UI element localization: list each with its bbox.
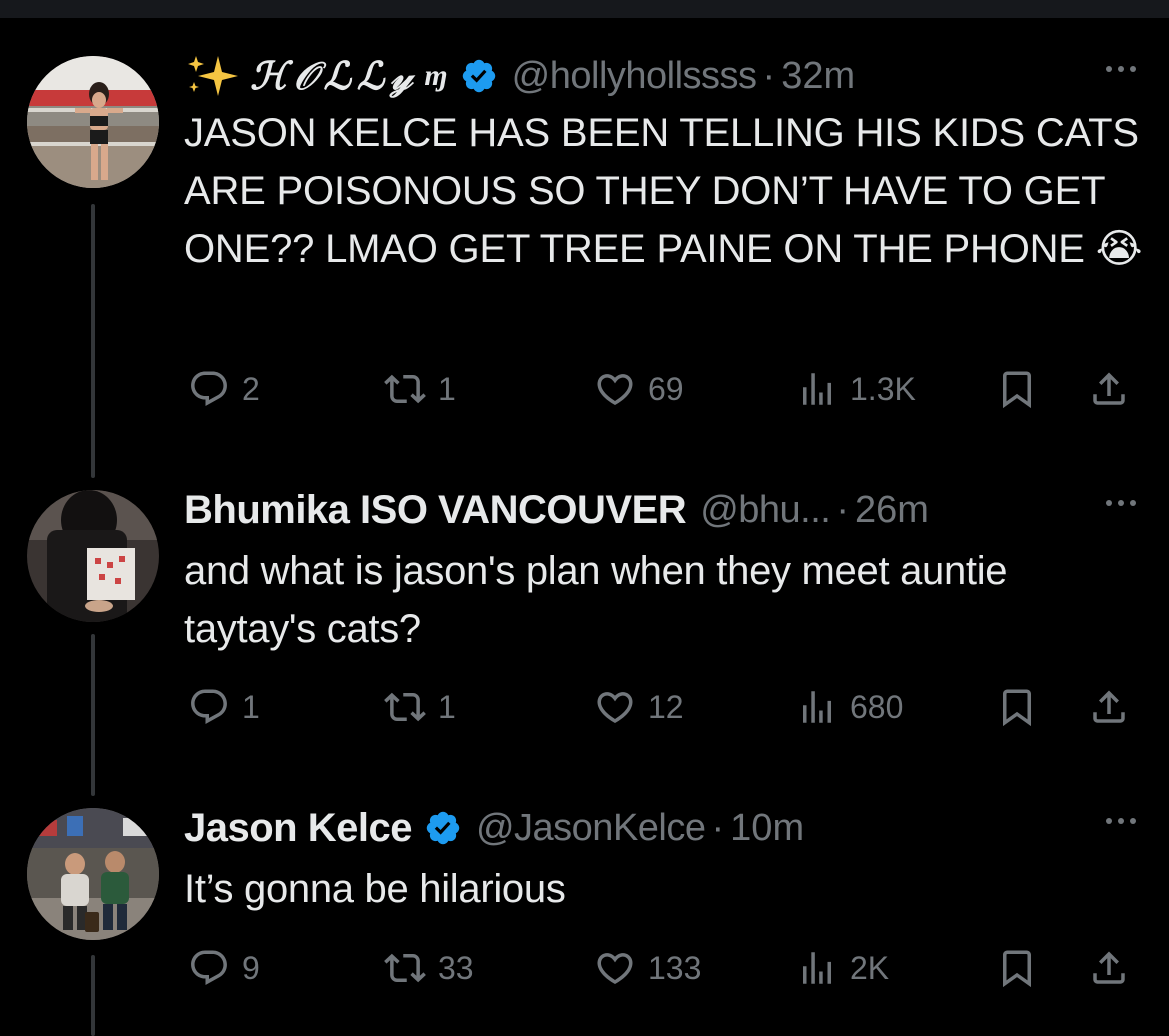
repost-icon (384, 368, 426, 410)
more-options-icon[interactable] (1106, 66, 1136, 72)
views-button[interactable]: 2K (796, 943, 889, 993)
views-icon (796, 368, 838, 410)
reply-count: 2 (242, 370, 260, 407)
timestamp[interactable]: 26m (855, 489, 929, 532)
tweet-text: It’s gonna be hilarious (184, 867, 566, 911)
share-icon (1088, 947, 1130, 989)
reply-icon (188, 947, 230, 989)
views-icon (796, 947, 838, 989)
verified-badge-icon (460, 57, 498, 95)
display-name[interactable]: Bhumika ISO VANCOUVER (184, 488, 687, 533)
tweet-header: Jason Kelce @JasonKelce · 10m (184, 804, 804, 852)
verified-badge-icon (424, 809, 462, 847)
share-button[interactable] (1088, 364, 1130, 414)
handle[interactable]: @bhu... (700, 489, 831, 532)
share-button[interactable] (1088, 682, 1130, 732)
tweet-header: ℋ𝒪ℒℒ𝓎 ɱ @hollyhollssss · 32m (184, 52, 855, 100)
repost-button[interactable]: 1 (384, 682, 456, 732)
like-button[interactable]: 12 (594, 682, 684, 732)
more-options-icon[interactable] (1106, 818, 1136, 824)
like-count: 133 (648, 949, 702, 986)
handle[interactable]: @JasonKelce (476, 807, 706, 850)
bookmark-button[interactable] (996, 364, 1038, 414)
tweet[interactable]: Jason Kelce @JasonKelce · 10m It’s gonna… (184, 804, 1144, 1014)
timestamp[interactable]: 32m (781, 55, 855, 98)
tweet-text: JASON KELCE HAS BEEN TELLING HIS KIDS CA… (184, 111, 1143, 271)
repost-button[interactable]: 1 (384, 364, 456, 414)
separator-dot: · (762, 54, 776, 97)
sparkles-icon (184, 54, 240, 98)
action-bar: 2 1 69 1.3K (184, 364, 1144, 414)
timestamp[interactable]: 10m (730, 807, 804, 850)
bookmark-button[interactable] (996, 682, 1038, 732)
tweet-text: and what is jason's plan when they meet … (184, 549, 1008, 651)
reply-count: 9 (242, 949, 260, 986)
share-icon (1088, 368, 1130, 410)
share-button[interactable] (1088, 943, 1130, 993)
bookmark-button[interactable] (996, 943, 1038, 993)
like-icon (594, 686, 636, 728)
bookmark-icon (996, 368, 1038, 410)
repost-icon (384, 947, 426, 989)
tweet[interactable]: ℋ𝒪ℒℒ𝓎 ɱ @hollyhollssss · 32m JASON KELCE… (184, 52, 1144, 422)
like-icon (594, 947, 636, 989)
tweet-header: Bhumika ISO VANCOUVER @bhu... · 26m (184, 486, 929, 534)
top-bar (0, 0, 1169, 18)
more-options-icon[interactable] (1106, 500, 1136, 506)
like-count: 12 (648, 688, 684, 725)
display-name[interactable]: Jason Kelce (184, 806, 412, 851)
like-button[interactable]: 69 (594, 364, 684, 414)
views-icon (796, 686, 838, 728)
avatar[interactable] (27, 490, 159, 622)
avatar[interactable] (27, 808, 159, 940)
repost-icon (384, 686, 426, 728)
share-icon (1088, 686, 1130, 728)
separator-dot: · (836, 488, 849, 531)
like-count: 69 (648, 370, 684, 407)
repost-button[interactable]: 33 (384, 943, 474, 993)
reply-count: 1 (242, 688, 260, 725)
repost-count: 1 (438, 370, 456, 407)
action-bar: 1 1 12 680 (184, 682, 1144, 732)
views-count: 1.3K (850, 370, 916, 407)
bookmark-icon (996, 947, 1038, 989)
bookmark-icon (996, 686, 1038, 728)
like-icon (594, 368, 636, 410)
action-bar: 9 33 133 2K (184, 943, 1144, 993)
reply-button[interactable]: 9 (188, 943, 260, 993)
views-count: 2K (850, 949, 890, 986)
like-button[interactable]: 133 (594, 943, 701, 993)
reply-icon (188, 686, 230, 728)
repost-count: 33 (438, 949, 474, 986)
reply-button[interactable]: 1 (188, 682, 260, 732)
display-name-suffix: ɱ (424, 59, 448, 92)
repost-count: 1 (438, 688, 456, 725)
views-button[interactable]: 1.3K (796, 364, 916, 414)
views-button[interactable]: 680 (796, 682, 903, 732)
thread-line (91, 955, 95, 1036)
reply-icon (188, 368, 230, 410)
avatar[interactable] (27, 56, 159, 188)
handle[interactable]: @hollyhollssss (512, 55, 757, 98)
views-count: 680 (850, 688, 904, 725)
thread-line (91, 204, 95, 478)
display-name[interactable]: ℋ𝒪ℒℒ𝓎 (250, 54, 418, 99)
thread-line (91, 634, 95, 796)
separator-dot: · (711, 806, 725, 849)
reply-button[interactable]: 2 (188, 364, 260, 414)
tweet[interactable]: Bhumika ISO VANCOUVER @bhu... · 26m and … (184, 486, 1144, 746)
